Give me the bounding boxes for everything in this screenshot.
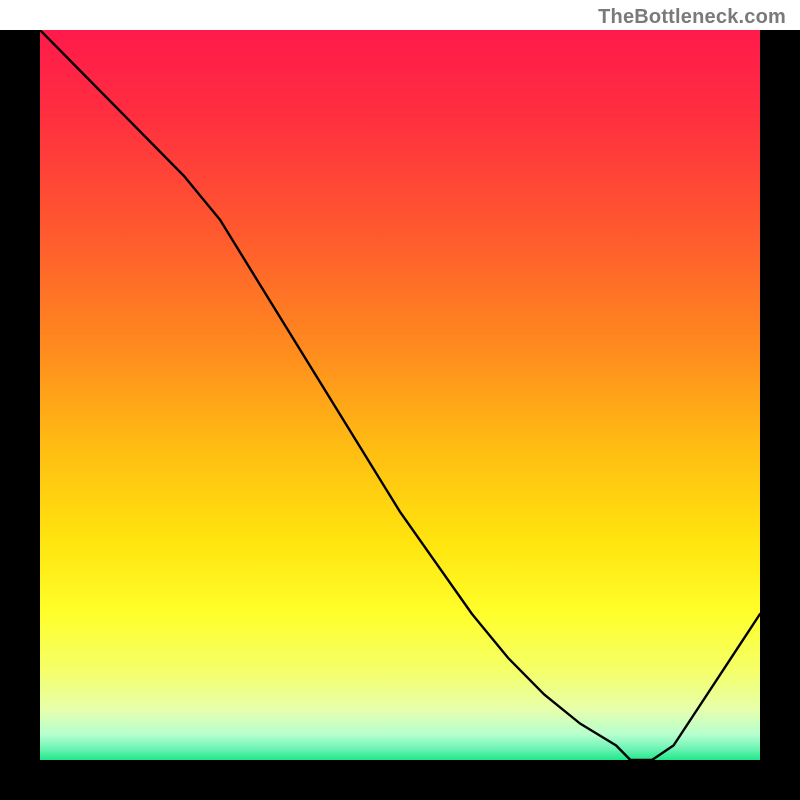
curve-line (40, 30, 760, 760)
plot-area (40, 30, 760, 760)
attribution-label: TheBottleneck.com (598, 6, 786, 29)
plot-frame (0, 30, 800, 800)
chart-container: TheBottleneck.com (0, 0, 800, 800)
curve-layer (40, 30, 760, 760)
